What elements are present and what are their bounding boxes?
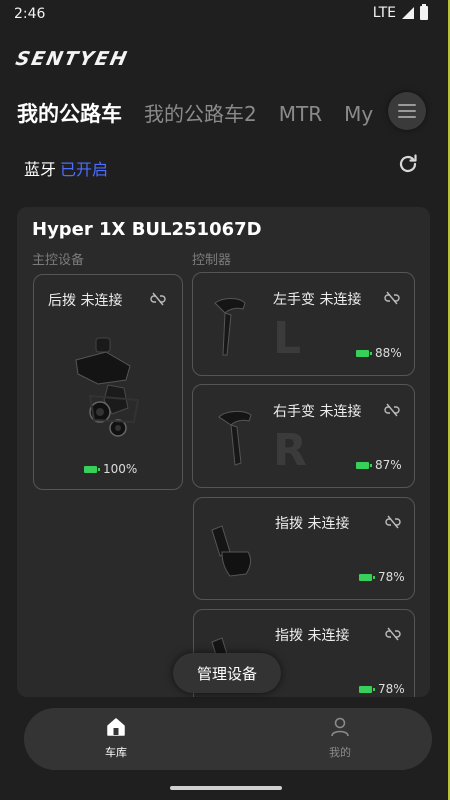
- left-shifter-card[interactable]: 左手变 未连接 L 88%: [192, 272, 415, 376]
- battery-icon: [359, 685, 375, 693]
- status-bar: 2:46 LTE: [0, 0, 450, 30]
- left-shifter-image: [214, 298, 246, 356]
- tab-my-road-bike[interactable]: 我的公路车: [17, 98, 122, 128]
- brand-logo: SENTYEH: [13, 48, 131, 70]
- status-time: 2:46: [14, 6, 46, 22]
- finger-shifter-battery: 78%: [359, 570, 405, 584]
- rear-derailleur-card[interactable]: 后拨 未连接 100%: [33, 274, 183, 490]
- battery-icon: [84, 465, 100, 473]
- finger-shifter-card[interactable]: 指拨 未连接 78%: [193, 497, 415, 600]
- controller-label: 控制器: [192, 253, 232, 268]
- left-shifter-name: 左手变 未连接: [273, 292, 362, 308]
- link-off-icon: [385, 515, 401, 529]
- bottom-nav: 车库 我的: [24, 708, 432, 770]
- link-off-icon: [384, 403, 400, 417]
- menu-button[interactable]: [388, 92, 426, 130]
- battery-icon: [356, 461, 372, 469]
- right-letter: R: [273, 425, 307, 476]
- link-off-icon: [150, 292, 166, 306]
- bluetooth-label: 蓝牙: [24, 160, 57, 179]
- tab-my[interactable]: My: [344, 102, 373, 126]
- battery-icon: [356, 349, 372, 357]
- bike-name: Hyper 1X BUL251067D: [32, 219, 262, 240]
- bike-card: Hyper 1X BUL251067D 主控设备 控制器 后拨 未连接 100%…: [17, 207, 430, 697]
- link-off-icon: [384, 291, 400, 305]
- manage-devices-button[interactable]: 管理设备: [173, 653, 281, 693]
- tab-my-road-bike-2[interactable]: 我的公路车2: [144, 98, 257, 127]
- tab-mtr[interactable]: MTR: [279, 102, 322, 126]
- nav-garage[interactable]: 车库: [76, 716, 156, 760]
- bike-tabs: 我的公路车 我的公路车2 MTR My: [17, 98, 397, 134]
- left-shifter-battery: 88%: [356, 346, 402, 360]
- menu-icon: [398, 104, 416, 106]
- signal-icon: [402, 7, 414, 19]
- rear-derailleur-name: 后拨 未连接: [48, 293, 123, 309]
- finger-shifter-2-battery: 78%: [359, 682, 405, 696]
- left-letter: L: [273, 313, 302, 364]
- right-shifter-card[interactable]: 右手变 未连接 R 87%: [192, 384, 415, 488]
- main-device-label: 主控设备: [32, 253, 85, 268]
- bluetooth-status-row: 蓝牙 已开启: [24, 156, 108, 180]
- bluetooth-status: 已开启: [60, 160, 109, 179]
- home-indicator: [170, 786, 282, 790]
- network-label: LTE: [372, 5, 396, 21]
- rear-derailleur-battery: 100%: [84, 462, 137, 476]
- right-shifter-image: [218, 410, 252, 466]
- finger-shifter-2-name: 指拨 未连接: [275, 628, 350, 644]
- battery-icon: [359, 573, 375, 581]
- nav-profile[interactable]: 我的: [300, 716, 380, 760]
- right-shifter-name: 右手变 未连接: [273, 404, 362, 420]
- right-shifter-battery: 87%: [356, 458, 402, 472]
- finger-shifter-name: 指拨 未连接: [275, 516, 350, 532]
- refresh-icon[interactable]: [396, 152, 420, 176]
- home-icon: [107, 718, 125, 736]
- rear-derailleur-image: [75, 337, 140, 437]
- nav-profile-label: 我的: [329, 746, 351, 759]
- link-off-icon: [385, 627, 401, 641]
- finger-shifter-image: [211, 525, 252, 577]
- status-indicators: LTE: [372, 4, 428, 21]
- nav-garage-label: 车库: [105, 746, 127, 759]
- battery-icon: [420, 4, 428, 20]
- user-icon: [331, 717, 349, 737]
